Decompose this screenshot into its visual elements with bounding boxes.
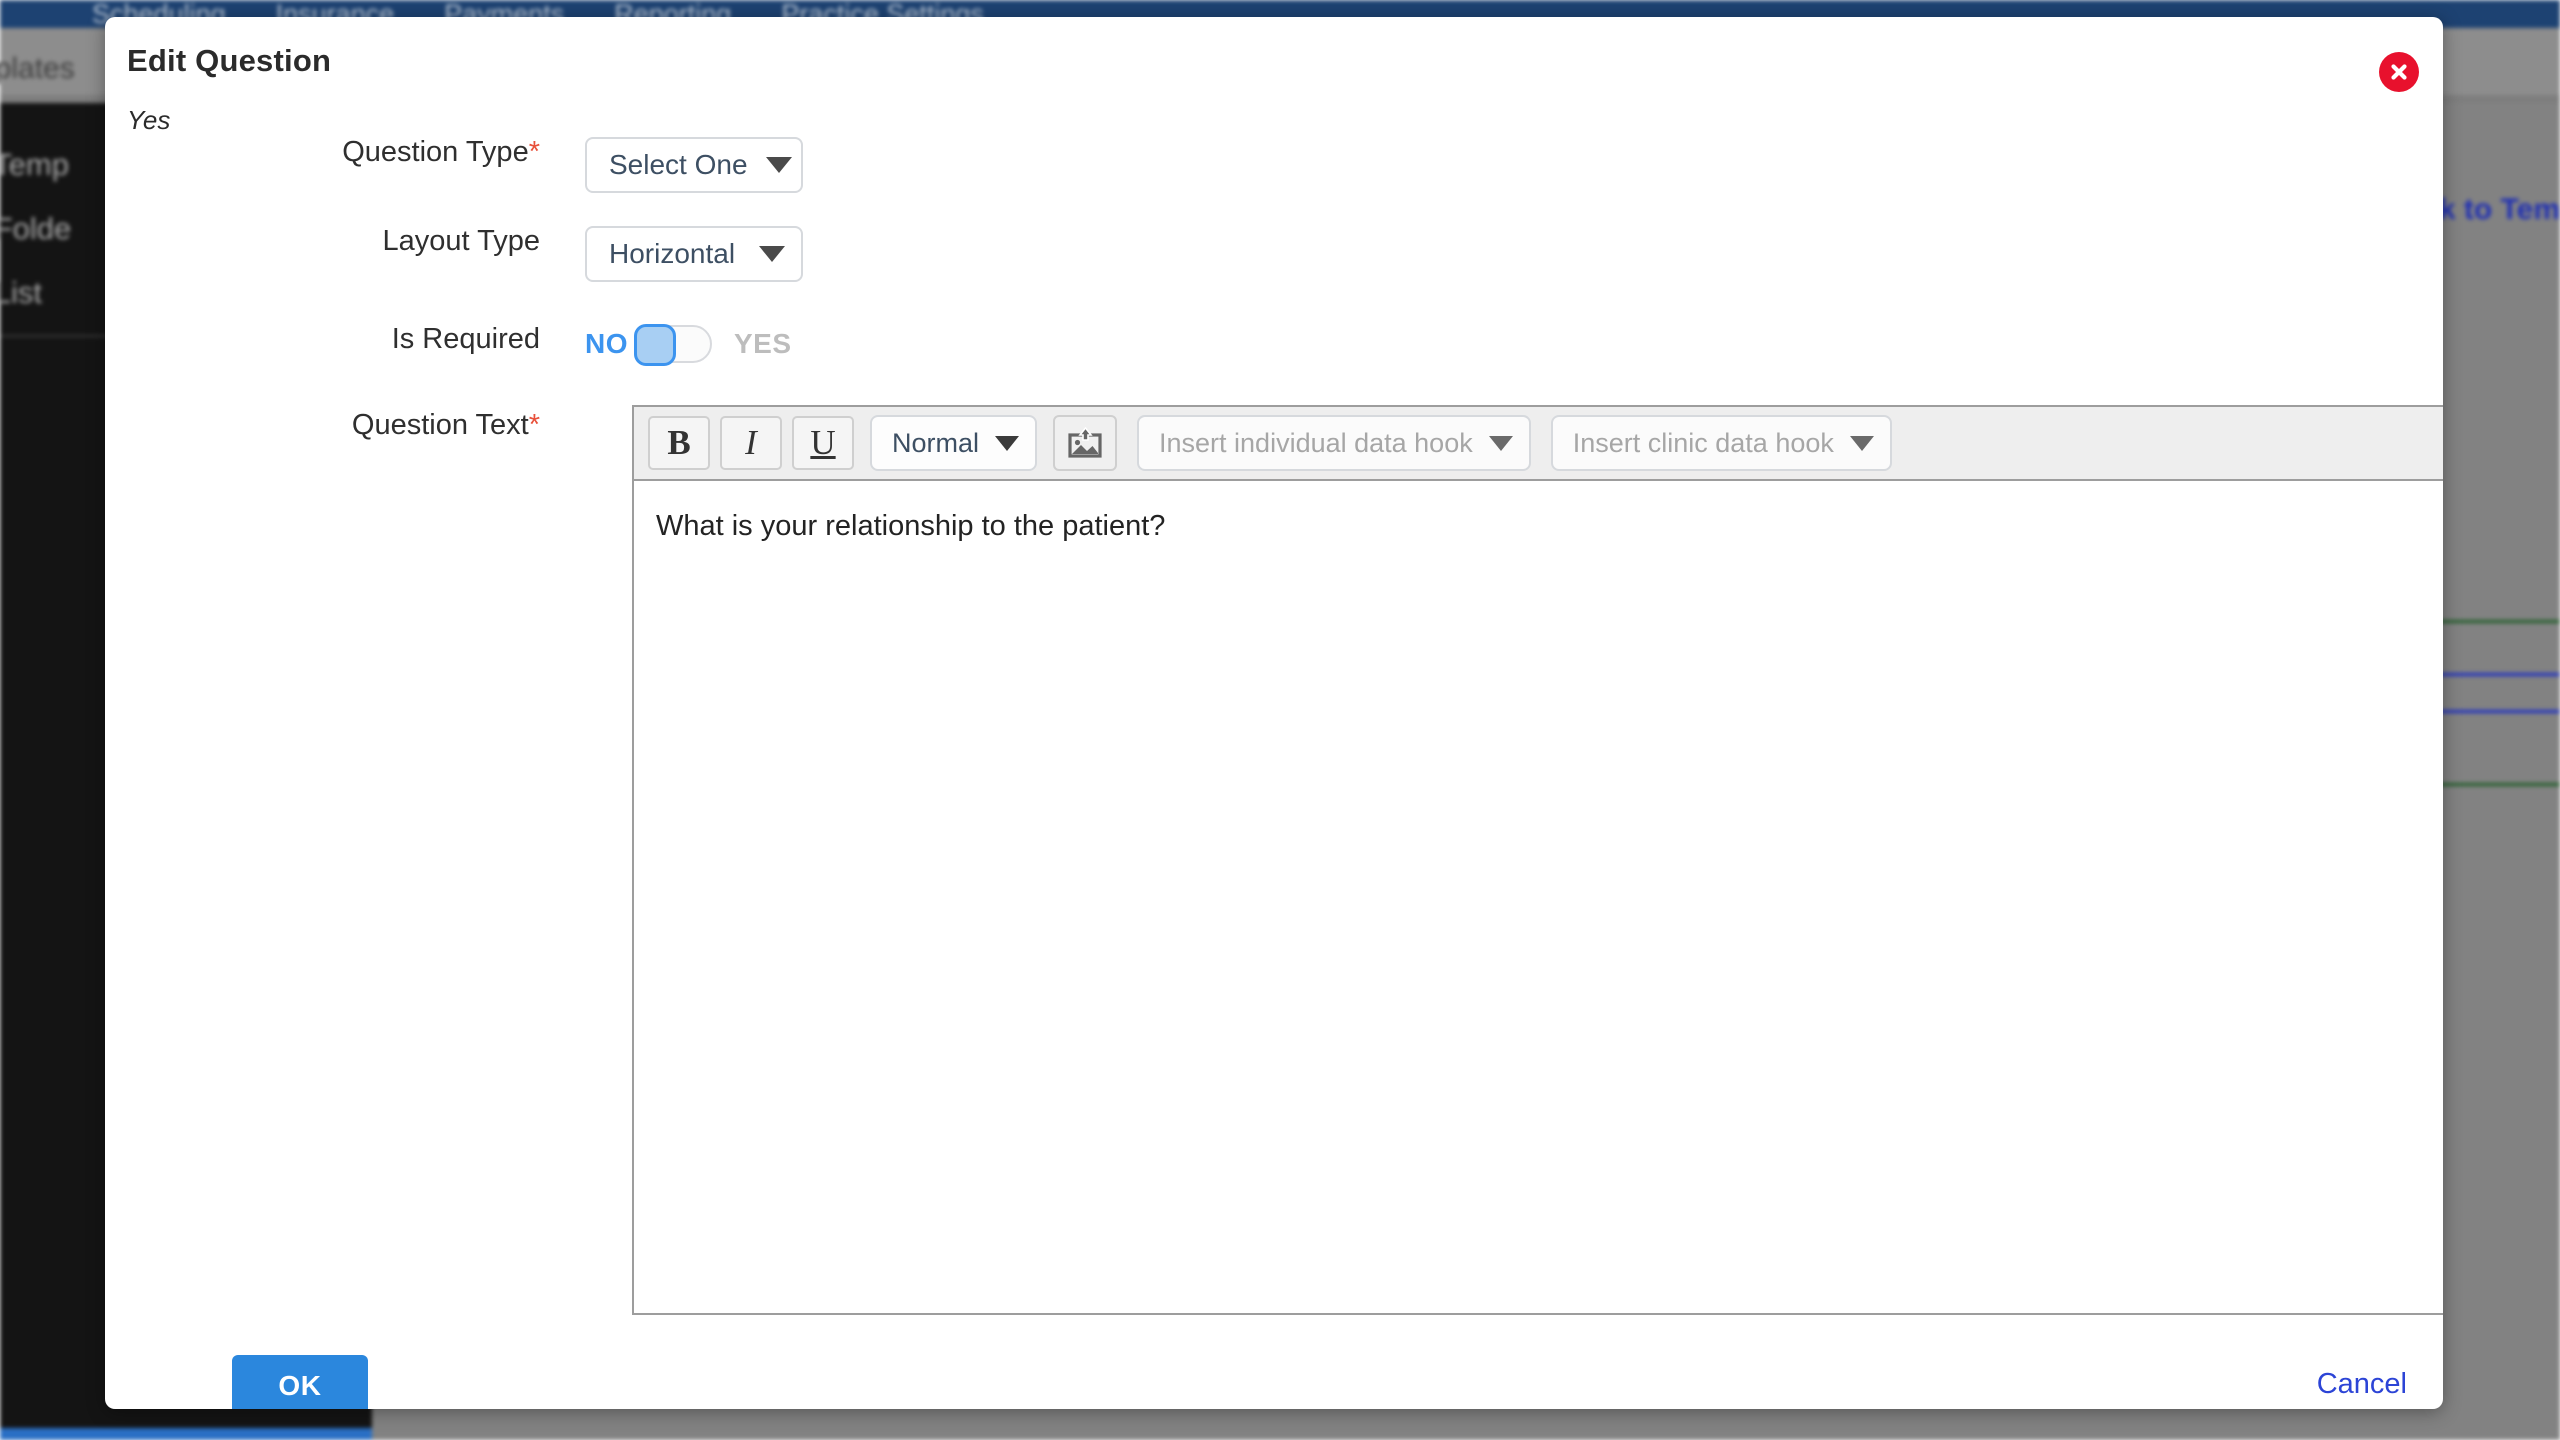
chevron-down-icon <box>765 157 792 173</box>
question-type-row: Question Type* Select One <box>105 136 2443 193</box>
is-required-label: Is Required <box>391 323 540 355</box>
editor-toolbar: B I U Normal Insert individual data hook… <box>634 407 2443 481</box>
app-root: Scheduling Insurance Payments Reporting … <box>0 0 2560 1440</box>
individual-hook-value: Insert individual data hook <box>1159 427 1473 458</box>
text-style-select[interactable]: Normal <box>870 415 1038 471</box>
close-icon[interactable] <box>2379 52 2419 92</box>
chevron-down-icon <box>1488 435 1513 451</box>
chevron-down-icon <box>1849 435 1874 451</box>
layout-type-select[interactable]: Horizontal <box>585 226 803 282</box>
insert-image-icon[interactable] <box>1053 415 1118 471</box>
underline-icon[interactable]: U <box>792 416 854 470</box>
insert-individual-data-hook-select[interactable]: Insert individual data hook <box>1137 415 1531 471</box>
question-text-input[interactable]: What is your relationship to the patient… <box>634 481 2443 1313</box>
question-type-select[interactable]: Select One <box>585 137 803 193</box>
bottom-strip <box>0 1428 372 1440</box>
required-asterisk: * <box>528 136 540 168</box>
edit-question-dialog: Edit Question Yes Question Type* Select … <box>105 17 2443 1409</box>
question-text-label: Question Text* <box>105 409 585 442</box>
question-text-editor: B I U Normal Insert individual data hook… <box>632 405 2443 1315</box>
clinic-hook-value: Insert clinic data hook <box>1572 427 1834 458</box>
question-type-label-text: Question Type <box>342 136 529 168</box>
dialog-subtitle: Yes <box>127 105 171 135</box>
insert-clinic-data-hook-select[interactable]: Insert clinic data hook <box>1550 415 1892 471</box>
cancel-button[interactable]: Cancel <box>2317 1368 2407 1401</box>
dialog-title: Edit Question <box>127 43 332 78</box>
toggle-yes-label: YES <box>734 328 792 359</box>
toggle-knob <box>634 324 676 366</box>
chevron-down-icon <box>759 246 785 262</box>
is-required-row: Is Required NO YES <box>105 323 2443 366</box>
layout-type-label: Layout Type <box>382 225 540 257</box>
toggle-no-label: NO <box>585 328 628 359</box>
required-asterisk: * <box>528 409 540 441</box>
layout-type-row: Layout Type Horizontal <box>105 225 2443 282</box>
layout-type-value: Horizontal <box>609 238 736 269</box>
tab-templates[interactable]: Templates <box>0 52 75 86</box>
chevron-down-icon <box>995 435 1020 451</box>
ok-button[interactable]: OK <box>232 1355 368 1409</box>
question-type-value: Select One <box>609 149 748 180</box>
is-required-toggle-group: NO YES <box>585 324 792 366</box>
is-required-toggle[interactable] <box>634 324 712 366</box>
question-type-label: Question Type* <box>105 136 585 169</box>
close-x-glyph <box>2391 64 2407 80</box>
text-style-value: Normal <box>892 427 980 458</box>
image-upload-glyph <box>1068 427 1102 458</box>
bold-icon[interactable]: B <box>648 416 710 470</box>
question-text-label-text: Question Text <box>351 409 529 441</box>
italic-icon[interactable]: I <box>720 416 782 470</box>
